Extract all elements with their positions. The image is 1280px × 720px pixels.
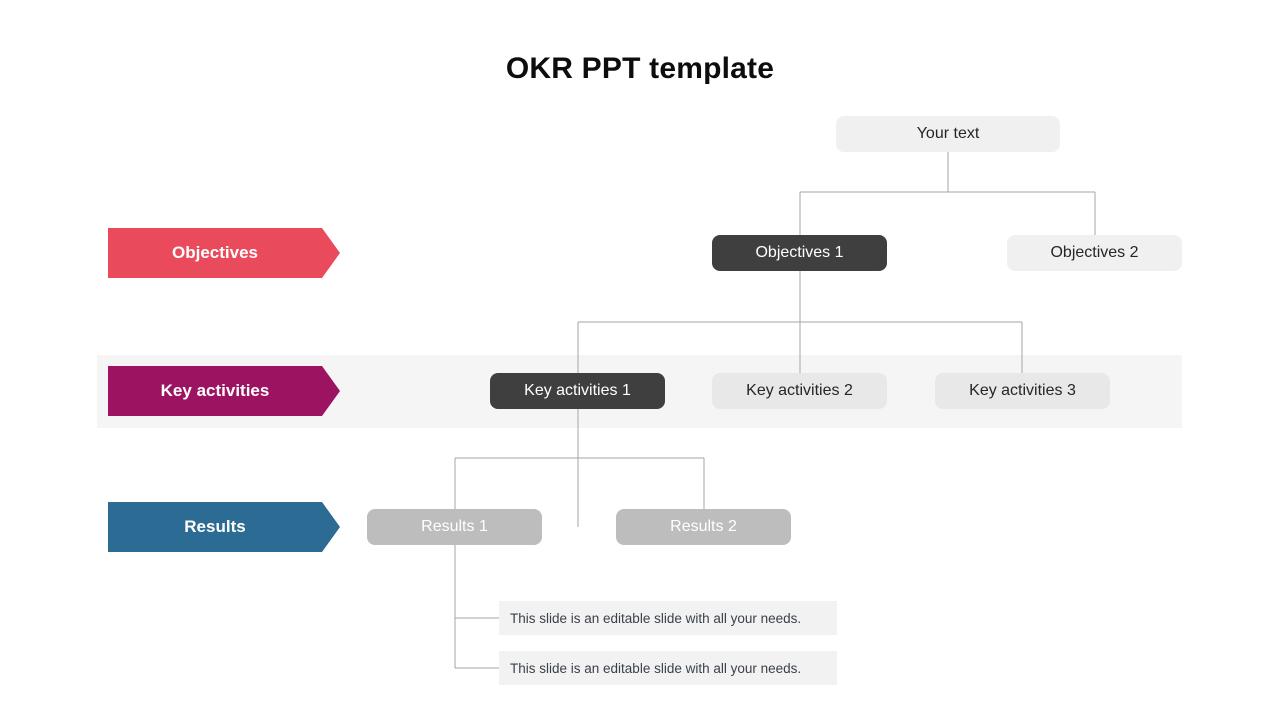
node-your-text[interactable]: Your text (836, 116, 1060, 152)
category-label-objectives[interactable]: Objectives (108, 228, 340, 278)
okr-slide: OKR PPT template Your text Objectives Ke… (0, 0, 1280, 720)
node-key-activities-3[interactable]: Key activities 3 (935, 373, 1110, 409)
node-key-activities-1[interactable]: Key activities 1 (490, 373, 665, 409)
page-title: OKR PPT template (505, 52, 775, 85)
category-label-key-activities[interactable]: Key activities (108, 366, 340, 416)
node-objectives-1[interactable]: Objectives 1 (712, 235, 887, 271)
node-results-2[interactable]: Results 2 (616, 509, 791, 545)
node-objectives-2[interactable]: Objectives 2 (1007, 235, 1182, 271)
category-label-results[interactable]: Results (108, 502, 340, 552)
note-box-1[interactable]: This slide is an editable slide with all… (499, 601, 837, 635)
node-key-activities-2[interactable]: Key activities 2 (712, 373, 887, 409)
node-results-1[interactable]: Results 1 (367, 509, 542, 545)
note-box-2[interactable]: This slide is an editable slide with all… (499, 651, 837, 685)
